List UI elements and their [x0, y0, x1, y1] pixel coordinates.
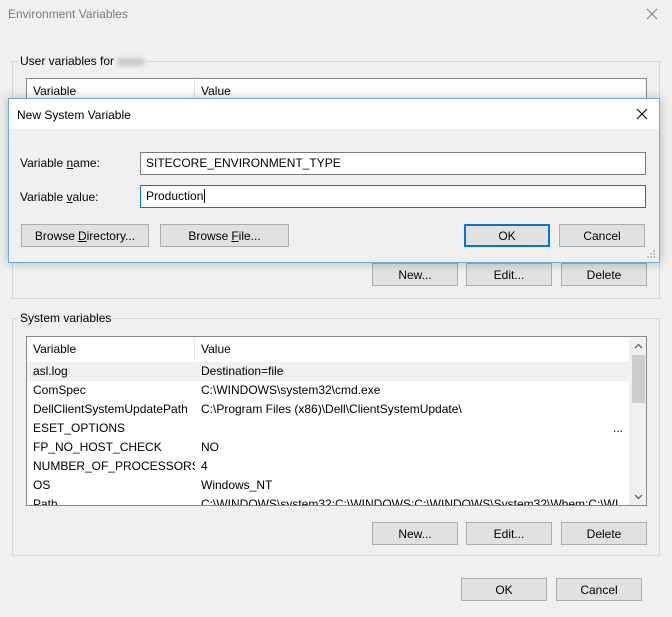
dialog-titlebar[interactable]: New System Variable [9, 99, 659, 129]
system-variables-scrollbar[interactable] [629, 337, 646, 505]
variable-value-text: Production [146, 189, 204, 203]
user-edit-button[interactable]: Edit... [466, 263, 552, 286]
system-delete-button[interactable]: Delete [561, 522, 647, 545]
column-header-variable[interactable]: Variable [27, 337, 195, 361]
dialog-cancel-button[interactable]: Cancel [559, 224, 645, 247]
column-header-value[interactable]: Value [195, 337, 395, 361]
variable-value-input[interactable]: Production [140, 185, 646, 208]
system-variables-header: Variable Value [27, 337, 646, 361]
scroll-thumb[interactable] [632, 355, 645, 403]
table-row[interactable]: DellClientSystemUpdatePath C:\Program Fi… [27, 400, 631, 419]
row-variable: OS [33, 478, 51, 492]
scroll-up-button[interactable] [630, 337, 646, 354]
row-value: Destination=file [201, 364, 284, 378]
row-variable: FP_NO_HOST_CHECK [33, 440, 162, 454]
system-edit-button[interactable]: Edit... [466, 522, 552, 545]
table-row[interactable]: ComSpec C:\WINDOWS\system32\cmd.exe [27, 381, 631, 400]
window-close-button[interactable] [640, 4, 664, 24]
row-value: C:\WINDOWS\system32;C:\WINDOWS;C:\WINDOW… [201, 497, 629, 506]
row-value: 4 [201, 459, 208, 473]
table-row[interactable]: OS Windows_NT [27, 476, 631, 495]
table-row[interactable]: asl.log Destination=file [27, 362, 631, 381]
system-variables-label: System variables [18, 311, 114, 325]
dialog-close-button[interactable] [631, 104, 653, 124]
ok-button[interactable]: OK [461, 578, 547, 601]
row-variable: DellClientSystemUpdatePath [33, 402, 188, 416]
row-value: NO [201, 440, 219, 454]
table-row[interactable]: Path C:\WINDOWS\system32;C:\WINDOWS;C:\W… [27, 495, 631, 506]
resize-grip-icon[interactable] [646, 249, 656, 259]
browse-directory-button[interactable]: Browse Directory... [21, 224, 149, 247]
text-caret [204, 189, 206, 203]
user-delete-button[interactable]: Delete [561, 263, 647, 286]
variable-value-label: Variable value: [20, 190, 99, 204]
system-new-button[interactable]: New... [372, 522, 458, 545]
window-title: Environment Variables [8, 7, 128, 21]
cancel-button[interactable]: Cancel [556, 578, 642, 601]
row-value: ... [612, 421, 623, 435]
system-variables-list[interactable]: Variable Value asl.log Destination=file … [26, 336, 647, 506]
user-variables-label: User variables for [18, 54, 148, 68]
redacted-username [117, 57, 146, 66]
dialog-ok-button[interactable]: OK [464, 224, 550, 247]
table-row[interactable]: NUMBER_OF_PROCESSORS 4 [27, 457, 631, 476]
row-variable: ComSpec [33, 383, 86, 397]
close-icon [636, 108, 648, 120]
chevron-up-icon [634, 343, 643, 348]
scroll-down-button[interactable] [630, 488, 646, 505]
row-value: C:\WINDOWS\system32\cmd.exe [201, 383, 381, 397]
variable-name-input[interactable]: SITECORE_ENVIRONMENT_TYPE [140, 152, 646, 175]
variable-name-label: Variable name: [20, 156, 100, 170]
row-variable: asl.log [33, 364, 68, 378]
row-variable: ESET_OPTIONS [33, 421, 126, 435]
row-variable: NUMBER_OF_PROCESSORS [33, 459, 195, 473]
table-row[interactable]: FP_NO_HOST_CHECK NO [27, 438, 631, 457]
close-icon [646, 8, 658, 20]
dialog-title: New System Variable [17, 108, 131, 122]
new-system-variable-dialog: New System Variable Variable name: SITEC… [8, 98, 660, 263]
user-new-button[interactable]: New... [372, 263, 458, 286]
row-value: Windows_NT [201, 478, 273, 492]
row-value: C:\Program Files (x86)\Dell\ClientSystem… [201, 402, 462, 416]
chevron-down-icon [634, 494, 643, 499]
browse-file-button[interactable]: Browse File... [160, 224, 289, 247]
table-row[interactable]: ESET_OPTIONS ... [27, 419, 631, 438]
row-variable: Path [33, 497, 58, 506]
